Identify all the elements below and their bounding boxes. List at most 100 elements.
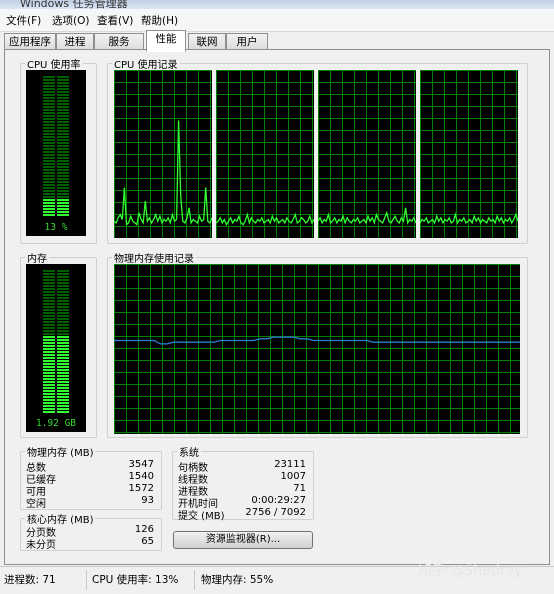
meter-segment	[57, 193, 69, 195]
meter-segment	[57, 354, 69, 356]
meter-segment	[57, 297, 69, 299]
meter-segment	[43, 411, 55, 413]
meter-segment	[43, 291, 55, 293]
meter-segment	[57, 187, 69, 189]
meter-segment	[57, 184, 69, 186]
physical-memory-title: 物理内存 (MB)	[27, 448, 94, 459]
cpu-history-label: CPU 使用记录	[114, 60, 178, 71]
memory-label: 内存	[27, 254, 47, 265]
meter-segment	[43, 285, 55, 287]
cpu-history-graph-core-2	[216, 70, 314, 238]
tab-networking[interactable]: 联网	[188, 33, 226, 50]
meter-segment	[43, 276, 55, 278]
meter-segment	[43, 405, 55, 407]
cpu-history-graph-core-1	[114, 70, 212, 238]
meter-segment	[43, 79, 55, 81]
meter-segment	[43, 315, 55, 317]
meter-segment	[43, 103, 55, 105]
status-divider	[86, 570, 87, 590]
meter-segment	[43, 372, 55, 374]
meter-segment	[43, 199, 55, 201]
meter-segment	[43, 160, 55, 162]
meter-segment	[43, 288, 55, 290]
meter-segment	[57, 348, 69, 350]
meter-segment	[57, 205, 69, 207]
tab-processes[interactable]: 进程	[56, 33, 94, 50]
tab-users[interactable]: 用户	[226, 33, 268, 50]
memory-value: 1.92 GB	[35, 418, 77, 429]
cpu-usage-label: CPU 使用率	[27, 60, 81, 71]
meter-segment	[43, 82, 55, 84]
meter-segment	[57, 115, 69, 117]
memory-meter: 1.92 GB	[26, 264, 86, 432]
meter-segment	[43, 309, 55, 311]
meter-segment	[57, 393, 69, 395]
meter-segment	[57, 172, 69, 174]
meter-segment	[43, 360, 55, 362]
meter-segment	[43, 136, 55, 138]
meter-segment	[57, 103, 69, 105]
meter-segment	[57, 321, 69, 323]
meter-segment	[43, 166, 55, 168]
menu-view[interactable]: 查看(V)	[97, 13, 133, 28]
meter-segment	[57, 273, 69, 275]
meter-segment	[43, 127, 55, 129]
meter-segment	[57, 360, 69, 362]
meter-segment	[43, 142, 55, 144]
meter-segment	[57, 190, 69, 192]
meter-segment	[57, 208, 69, 210]
meter-segment	[43, 151, 55, 153]
meter-segment	[43, 145, 55, 147]
meter-segment	[57, 121, 69, 123]
tab-performance[interactable]: 性能	[146, 30, 186, 52]
tab-services[interactable]: 服务	[94, 33, 144, 50]
meter-segment	[43, 163, 55, 165]
status-cpu: CPU 使用率: 13%	[92, 574, 179, 586]
meter-segment	[57, 288, 69, 290]
meter-segment	[43, 196, 55, 198]
menu-help[interactable]: 帮助(H)	[141, 13, 178, 28]
meter-segment	[43, 318, 55, 320]
meter-segment	[43, 178, 55, 180]
meter-segment	[57, 178, 69, 180]
tab-strip: 应用程序 进程 服务 性能 联网 用户	[0, 30, 554, 52]
meter-segment	[57, 372, 69, 374]
meter-segment	[43, 208, 55, 210]
meter-segment	[43, 348, 55, 350]
meter-segment	[57, 106, 69, 108]
meter-segment	[57, 306, 69, 308]
meter-segment	[43, 306, 55, 308]
tab-applications[interactable]: 应用程序	[4, 33, 56, 50]
kernel-memory-nonpaged-label: 未分页	[26, 540, 56, 551]
meter-segment	[43, 124, 55, 126]
status-divider	[194, 570, 195, 590]
meter-segment	[57, 196, 69, 198]
menu-options[interactable]: 选项(O)	[52, 13, 89, 28]
system-title: 系统	[179, 448, 199, 459]
system-handles-value: 23111	[274, 459, 306, 470]
menu-file[interactable]: 文件(F)	[6, 13, 41, 28]
meter-segment	[43, 303, 55, 305]
kernel-memory-nonpaged-value: 65	[141, 536, 154, 547]
meter-segment	[43, 181, 55, 183]
meter-segment	[57, 300, 69, 302]
meter-segment	[43, 402, 55, 404]
meter-segment	[43, 109, 55, 111]
meter-segment	[43, 100, 55, 102]
meter-segment	[57, 124, 69, 126]
resource-monitor-button[interactable]: 资源监视器(R)...	[173, 531, 313, 549]
physical-memory-free-value: 93	[141, 495, 154, 506]
meter-segment	[43, 354, 55, 356]
cpu-usage-meter: 13 %	[26, 70, 86, 236]
meter-segment	[57, 136, 69, 138]
meter-segment	[57, 387, 69, 389]
meter-segment	[57, 166, 69, 168]
meter-segment	[57, 303, 69, 305]
meter-segment	[57, 145, 69, 147]
meter-segment	[43, 333, 55, 335]
meter-segment	[57, 369, 69, 371]
meter-segment	[43, 169, 55, 171]
meter-segment	[43, 363, 55, 365]
meter-segment	[43, 342, 55, 344]
meter-segment	[57, 199, 69, 201]
